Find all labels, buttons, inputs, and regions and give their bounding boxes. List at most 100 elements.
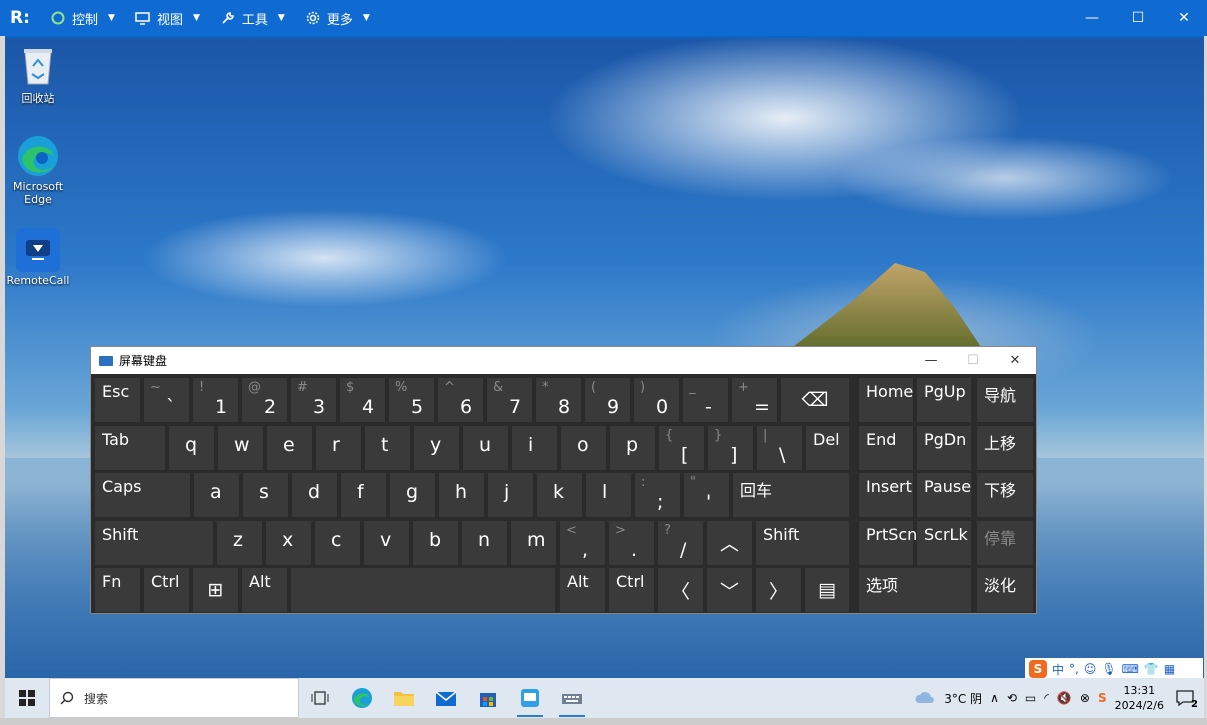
key-row1-2[interactable]: ! 1 xyxy=(193,378,238,422)
key-row4-8[interactable]: <, xyxy=(560,520,605,565)
key-row5-8[interactable]: ﹀ xyxy=(707,568,752,612)
close-button[interactable]: ✕ xyxy=(1161,0,1207,36)
volume-icon[interactable]: 🔇 xyxy=(1057,691,1072,705)
clock[interactable]: 13:31 2024/2/6 xyxy=(1115,683,1164,713)
key-nav-up[interactable]: 上移 xyxy=(977,425,1033,470)
key-row5-9[interactable]: 〉 xyxy=(756,568,801,612)
key-row5-1[interactable]: Ctrl xyxy=(144,568,189,612)
key-row2-11[interactable]: {[ xyxy=(659,425,704,470)
desktop-icon-remotecall[interactable]: RemoteCall xyxy=(5,228,71,287)
key-row1-12[interactable]: _ - xyxy=(683,378,728,422)
taskbar-edge[interactable] xyxy=(341,678,383,718)
key-row1-6[interactable]: % 5 xyxy=(389,378,434,422)
key-row4-12[interactable]: Shift xyxy=(756,520,849,565)
key-nav-options[interactable]: 选项 xyxy=(859,568,971,612)
taskbar-mail[interactable] xyxy=(425,678,467,718)
key-row2-4[interactable]: r xyxy=(316,425,361,470)
taskbar-remotecall[interactable] xyxy=(509,678,551,718)
key-nav-fade[interactable]: 淡化 xyxy=(977,568,1033,612)
key-row1-7[interactable]: ^ 6 xyxy=(438,378,483,422)
keyboard-icon[interactable]: ⌨ xyxy=(1122,662,1139,676)
microphone-icon[interactable]: 🎙 xyxy=(1101,662,1116,676)
sogou-icon[interactable]: S xyxy=(1029,660,1047,678)
key-nav-down[interactable]: 下移 xyxy=(977,473,1033,517)
start-button[interactable] xyxy=(5,678,49,718)
key-row4-4[interactable]: v xyxy=(364,520,409,565)
key-row5-10[interactable]: ▤ xyxy=(805,568,849,612)
key-row5-4[interactable] xyxy=(291,568,555,612)
key-row3-3[interactable]: d xyxy=(292,473,337,517)
desktop-icon-recycle-bin[interactable]: 回收站 xyxy=(5,44,71,106)
key-row3-5[interactable]: g xyxy=(390,473,435,517)
key-row4-1[interactable]: z xyxy=(217,520,262,565)
key-row1-10[interactable]: (9 xyxy=(585,378,630,422)
key-row5-2[interactable]: ⊞ xyxy=(193,568,238,612)
key-row2-8[interactable]: i xyxy=(512,425,557,470)
key-nav-nav[interactable]: 导航 xyxy=(977,378,1033,422)
key-row1-3[interactable]: @2 xyxy=(242,378,287,422)
key-row1-8[interactable]: & 7 xyxy=(487,378,532,422)
menu-more[interactable]: 更多 ▼ xyxy=(295,0,380,36)
taskbar-store[interactable] xyxy=(467,678,509,718)
key-row4-0[interactable]: Shift xyxy=(95,520,213,565)
osk-titlebar[interactable]: 屏幕键盘 — ☐ ✕ xyxy=(91,347,1036,374)
skin-icon[interactable]: 👕 xyxy=(1144,662,1159,676)
key-row3-4[interactable]: f xyxy=(341,473,386,517)
task-view-button[interactable] xyxy=(299,678,341,718)
key-row4-7[interactable]: m xyxy=(511,520,556,565)
key-row4-5[interactable]: b xyxy=(413,520,458,565)
key-row3-11[interactable]: " ' xyxy=(684,473,729,517)
chevron-up-icon[interactable]: ∧ xyxy=(990,691,999,705)
punctuation-icon[interactable]: °, xyxy=(1069,662,1079,676)
key-nav-end[interactable]: End xyxy=(859,425,913,470)
key-row4-10[interactable]: ? / xyxy=(658,520,703,565)
key-nav-scrlk[interactable]: ScrLk xyxy=(917,520,971,565)
key-row3-0[interactable]: Caps xyxy=(95,473,190,517)
key-nav-pgup[interactable]: PgUp xyxy=(917,378,971,422)
key-row2-2[interactable]: w xyxy=(218,425,263,470)
taskbar-on-screen-keyboard[interactable] xyxy=(551,678,593,718)
key-row1-1[interactable]: ~ ` xyxy=(144,378,189,422)
wifi-icon[interactable]: ◜ xyxy=(1044,691,1049,705)
key-row2-3[interactable]: e xyxy=(267,425,312,470)
sogou-tray-icon[interactable]: S xyxy=(1098,691,1107,705)
key-row4-3[interactable]: c xyxy=(315,520,360,565)
key-row3-10[interactable]: :; xyxy=(635,473,680,517)
key-row4-2[interactable]: x xyxy=(266,520,311,565)
key-row2-9[interactable]: o xyxy=(561,425,606,470)
close-circle-icon[interactable]: ⊗ xyxy=(1080,691,1090,705)
taskbar-search[interactable]: 搜索 xyxy=(49,678,299,718)
key-row5-0[interactable]: Fn xyxy=(95,568,140,612)
weather-text[interactable]: 3°C 阴 xyxy=(944,690,982,707)
battery-icon[interactable]: ▭ xyxy=(1025,691,1036,705)
key-row3-7[interactable]: j xyxy=(488,473,533,517)
notification-center-button[interactable]: 2 xyxy=(1172,686,1198,710)
key-row1-11[interactable]: ) 0 xyxy=(634,378,679,422)
osk-close-button[interactable]: ✕ xyxy=(994,347,1036,374)
ime-mode[interactable]: 中 xyxy=(1052,661,1064,678)
key-nav-pause[interactable]: Pause xyxy=(917,473,971,517)
menu-view[interactable]: 视图 ▼ xyxy=(125,0,210,36)
key-row2-7[interactable]: u xyxy=(463,425,508,470)
key-row1-0[interactable]: Esc xyxy=(95,378,140,422)
key-row1-4[interactable]: #3 xyxy=(291,378,336,422)
key-nav-home[interactable]: Home xyxy=(859,378,913,422)
weather-icon[interactable] xyxy=(914,690,936,707)
key-row1-5[interactable]: $4 xyxy=(340,378,385,422)
desktop-icon-edge[interactable]: Microsoft Edge xyxy=(5,134,71,206)
key-row3-12[interactable]: 回车 xyxy=(733,473,849,517)
key-row5-5[interactable]: Alt xyxy=(560,568,605,612)
key-row2-6[interactable]: y xyxy=(414,425,459,470)
key-row2-10[interactable]: p xyxy=(610,425,655,470)
key-row5-7[interactable]: 〈 xyxy=(658,568,703,612)
key-row3-9[interactable]: l xyxy=(586,473,631,517)
network-icon[interactable]: ⟲ xyxy=(1007,691,1017,705)
key-nav-pgdn[interactable]: PgDn xyxy=(917,425,971,470)
key-row3-6[interactable]: h xyxy=(439,473,484,517)
grid-icon[interactable]: ▦ xyxy=(1164,662,1175,676)
key-nav-insert[interactable]: Insert xyxy=(859,473,913,517)
maximize-button[interactable]: ☐ xyxy=(1115,0,1161,36)
key-row3-2[interactable]: s xyxy=(243,473,288,517)
minimize-button[interactable]: — xyxy=(1069,0,1115,36)
key-row1-14[interactable]: ⌫ xyxy=(781,378,849,422)
